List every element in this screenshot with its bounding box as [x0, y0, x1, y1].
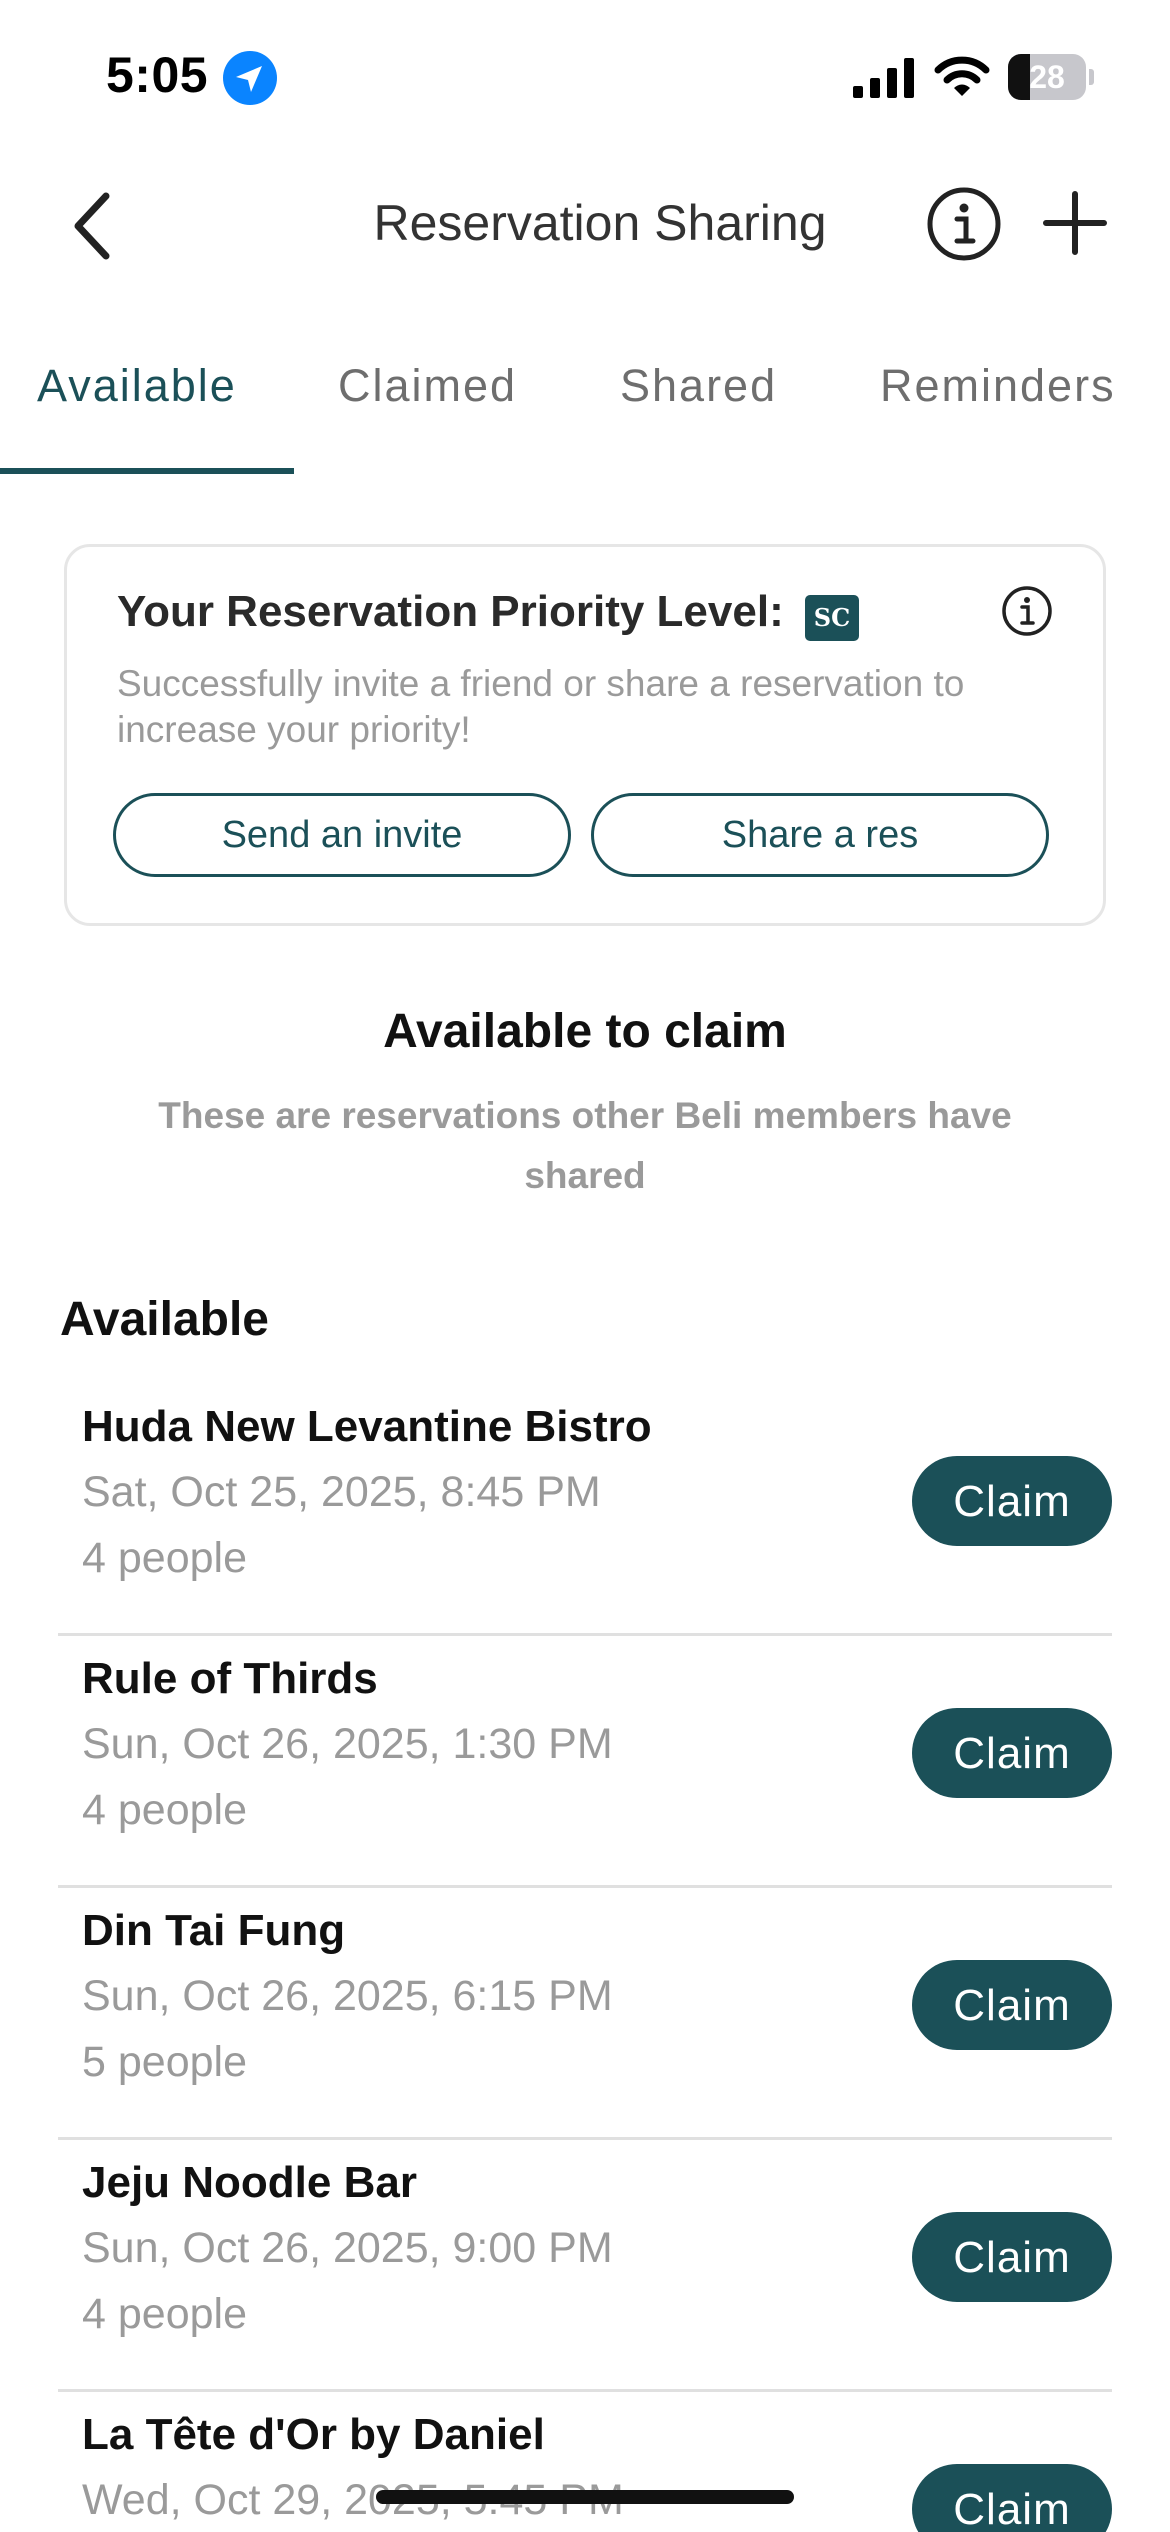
restaurant-name: La Tête d'Or by Daniel	[82, 2410, 545, 2459]
list-item: La Tête d'Or by Daniel Wed, Oct 29, 2025…	[58, 2392, 1112, 2532]
tab-available[interactable]: Available	[37, 360, 237, 412]
share-res-button[interactable]: Share a res	[591, 793, 1049, 877]
section-title: Available to claim	[383, 1005, 787, 1058]
priority-title: Your Reservation Priority Level:	[117, 587, 784, 636]
list-item: Huda New Levantine Bistro Sat, Oct 25, 2…	[58, 1384, 1112, 1636]
tab-bar: Available Claimed Shared Reminders	[0, 360, 1170, 480]
party-size: 4 people	[82, 1534, 247, 1582]
reservation-datetime: Sun, Oct 26, 2025, 6:15 PM	[82, 1972, 613, 2020]
priority-level-card: Your Reservation Priority Level: SC Succ…	[64, 544, 1106, 926]
list-item: Din Tai Fung Sun, Oct 26, 2025, 6:15 PM …	[58, 1888, 1112, 2140]
tab-reminders[interactable]: Reminders	[880, 360, 1116, 412]
info-icon[interactable]	[926, 186, 1002, 262]
tab-claimed[interactable]: Claimed	[338, 360, 517, 412]
party-size: 4 people	[82, 2290, 247, 2338]
home-indicator	[376, 2490, 794, 2504]
restaurant-name: Din Tai Fung	[82, 1906, 346, 1955]
claim-button[interactable]: Claim	[912, 1708, 1112, 1798]
party-size: 5 people	[82, 2038, 247, 2086]
claim-button[interactable]: Claim	[912, 2464, 1112, 2532]
restaurant-name: Jeju Noodle Bar	[82, 2158, 417, 2207]
cellular-signal-icon	[853, 58, 914, 98]
reservation-datetime: Sat, Oct 25, 2025, 8:45 PM	[82, 1468, 601, 1516]
battery-indicator: 28	[1008, 54, 1094, 100]
list-item: Rule of Thirds Sun, Oct 26, 2025, 1:30 P…	[58, 1636, 1112, 1888]
tab-shared[interactable]: Shared	[620, 360, 777, 412]
status-bar: 5:05 28	[0, 0, 1170, 150]
active-tab-indicator	[0, 468, 294, 474]
send-invite-button[interactable]: Send an invite	[113, 793, 571, 877]
restaurant-name: Huda New Levantine Bistro	[82, 1402, 652, 1451]
battery-level: 28	[1029, 59, 1065, 95]
wifi-icon	[934, 56, 990, 96]
priority-badge: SC	[805, 595, 859, 641]
claim-button[interactable]: Claim	[912, 1456, 1112, 1546]
reservation-datetime: Sun, Oct 26, 2025, 1:30 PM	[82, 1720, 613, 1768]
section-subtitle: These are reservations other Beli member…	[158, 1095, 1012, 1196]
restaurant-name: Rule of Thirds	[82, 1654, 378, 1703]
claim-button[interactable]: Claim	[912, 2212, 1112, 2302]
claim-button[interactable]: Claim	[912, 1960, 1112, 2050]
list-heading: Available	[60, 1293, 269, 1346]
party-size: 4 people	[82, 1786, 247, 1834]
status-time: 5:05	[106, 47, 209, 103]
location-arrow-icon	[223, 51, 277, 105]
reservation-datetime: Sun, Oct 26, 2025, 9:00 PM	[82, 2224, 613, 2272]
list-item: Jeju Noodle Bar Sun, Oct 26, 2025, 9:00 …	[58, 2140, 1112, 2392]
plus-icon[interactable]	[1040, 188, 1110, 258]
priority-description: Successfully invite a friend or share a …	[117, 663, 965, 750]
priority-info-icon[interactable]	[1001, 585, 1053, 637]
